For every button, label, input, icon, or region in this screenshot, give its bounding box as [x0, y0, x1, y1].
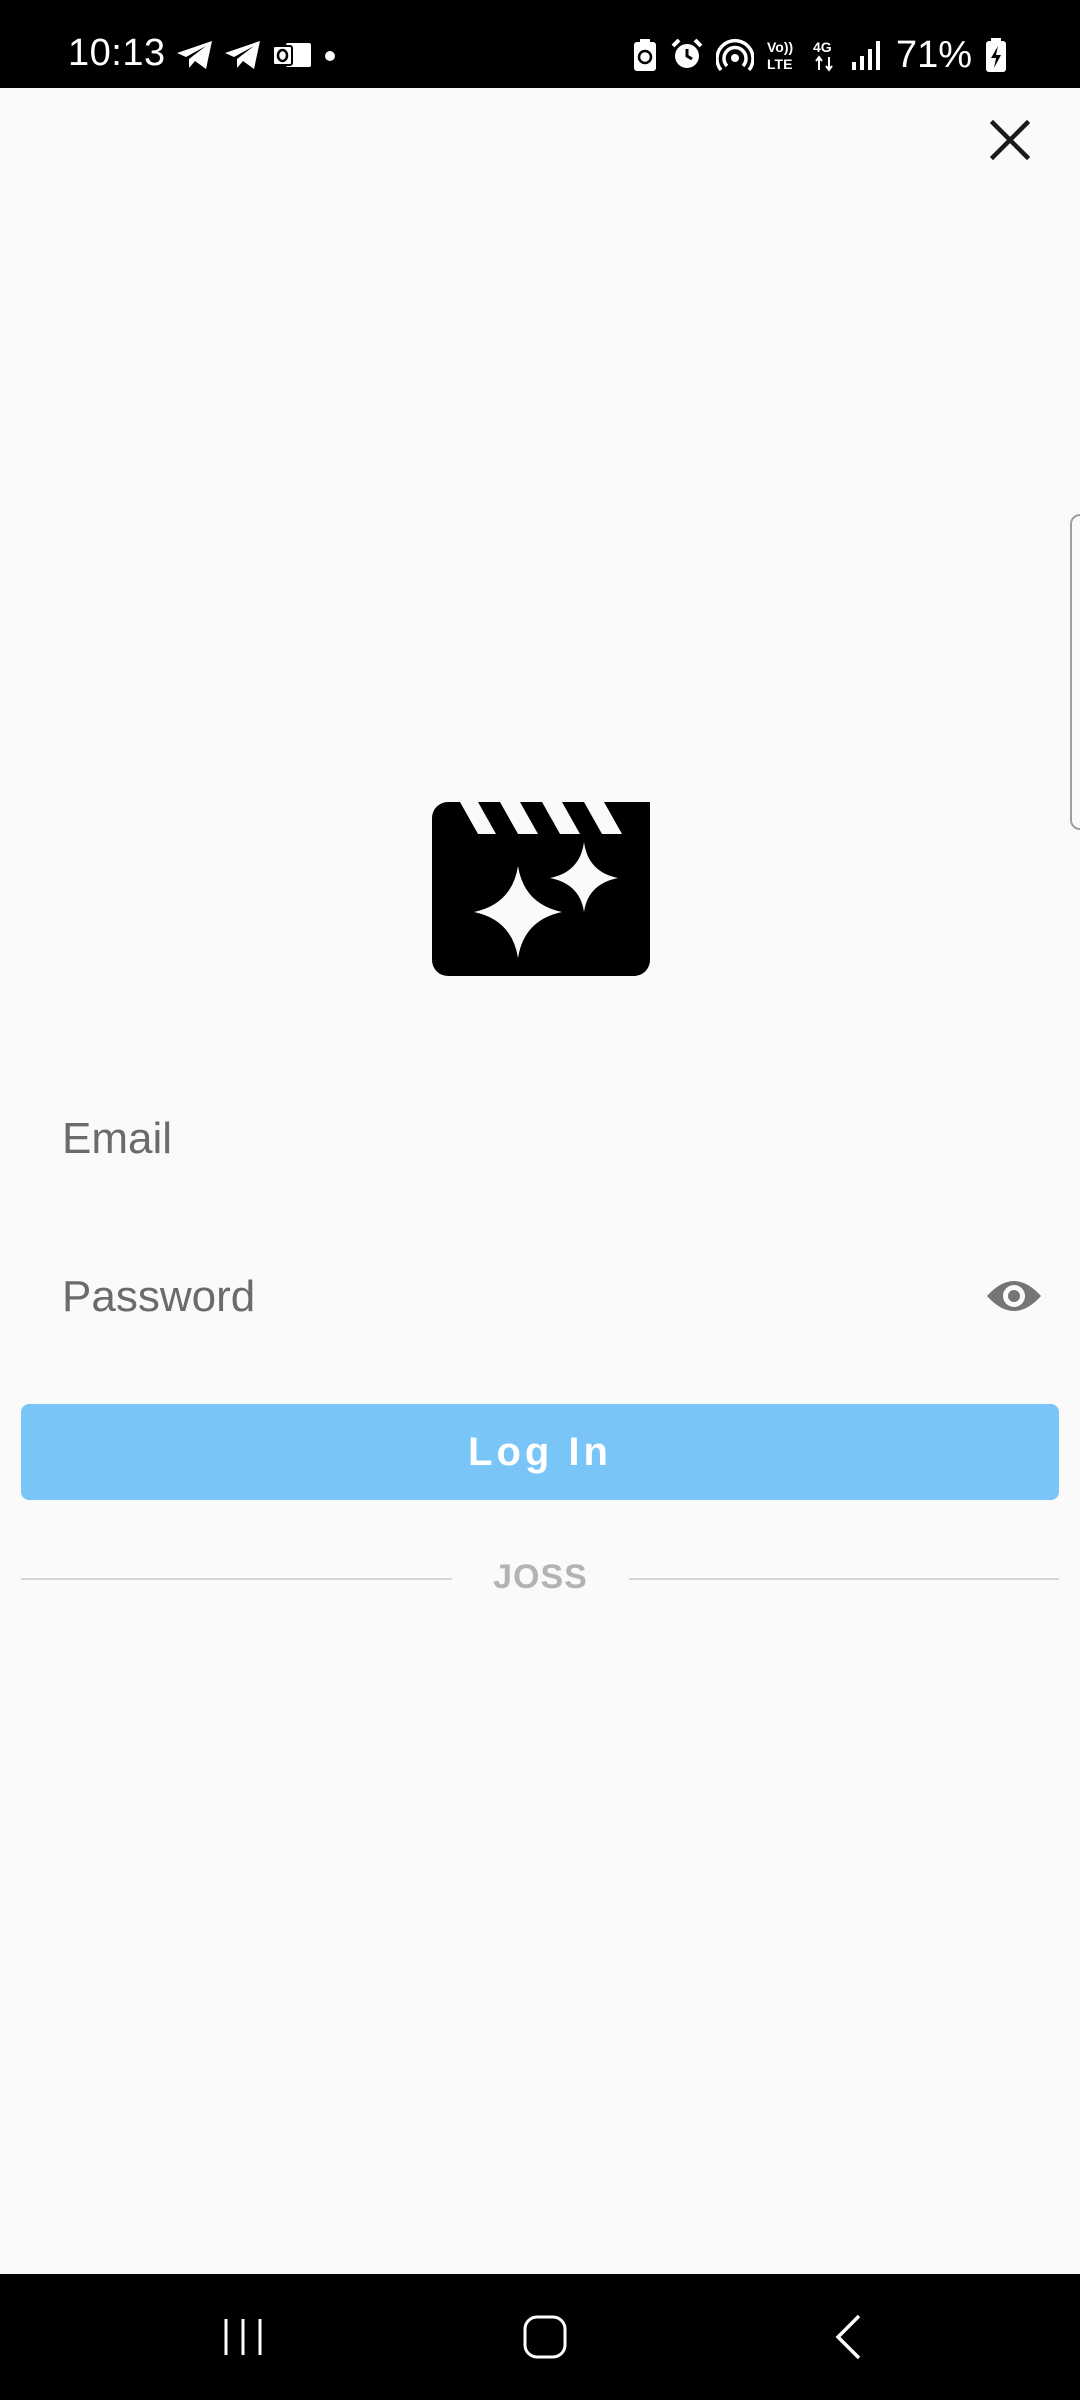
svg-text:4G: 4G	[813, 39, 832, 55]
password-visibility-toggle[interactable]	[982, 1268, 1046, 1324]
telegram-icon	[176, 40, 214, 70]
home-icon	[523, 2315, 567, 2359]
email-field-container	[20, 1084, 1060, 1194]
back-button[interactable]	[808, 2304, 888, 2370]
eye-icon	[987, 1281, 1041, 1311]
login-button[interactable]: Log In	[21, 1404, 1059, 1500]
battery-saver-icon	[632, 38, 658, 72]
4g-icon: 4G	[812, 38, 838, 72]
battery-charging-icon	[984, 37, 1008, 73]
close-button[interactable]	[980, 110, 1040, 170]
status-system-icons: Vo)) LTE 4G 71%	[632, 36, 1008, 74]
password-field[interactable]	[20, 1242, 1060, 1352]
email-field[interactable]	[20, 1084, 1060, 1194]
home-button[interactable]	[505, 2304, 585, 2370]
divider-line-right	[629, 1578, 1059, 1580]
battery-percent: 71%	[895, 34, 972, 76]
recents-icon	[224, 2319, 262, 2355]
status-notification-icons	[176, 40, 338, 70]
volte-icon: Vo)) LTE	[766, 38, 800, 72]
status-bar: 10:13 Vo)) LTE 4G 71%	[0, 0, 1080, 88]
navigation-bar	[0, 2274, 1080, 2400]
movie-sparkle-icon	[430, 800, 652, 978]
close-icon	[990, 120, 1030, 160]
password-field-container	[20, 1242, 1060, 1352]
divider-line-left	[21, 1578, 452, 1580]
svg-text:LTE: LTE	[767, 56, 792, 72]
signal-icon	[850, 38, 884, 72]
telegram-icon	[224, 40, 262, 70]
back-icon	[835, 2314, 861, 2360]
edge-panel-handle[interactable]	[1070, 514, 1080, 830]
divider-label: JOSS	[493, 1558, 588, 1596]
status-time: 10:13	[68, 32, 166, 74]
notification-dot-icon	[322, 40, 338, 70]
recents-button[interactable]	[203, 2304, 283, 2370]
svg-text:Vo)): Vo))	[767, 39, 793, 55]
login-screen: 10:13 Vo)) LTE 4G 71% Email Log In JOSS	[0, 0, 1080, 2400]
hotspot-icon	[715, 38, 754, 72]
outlook-icon	[272, 40, 312, 70]
alarm-icon	[670, 38, 704, 72]
